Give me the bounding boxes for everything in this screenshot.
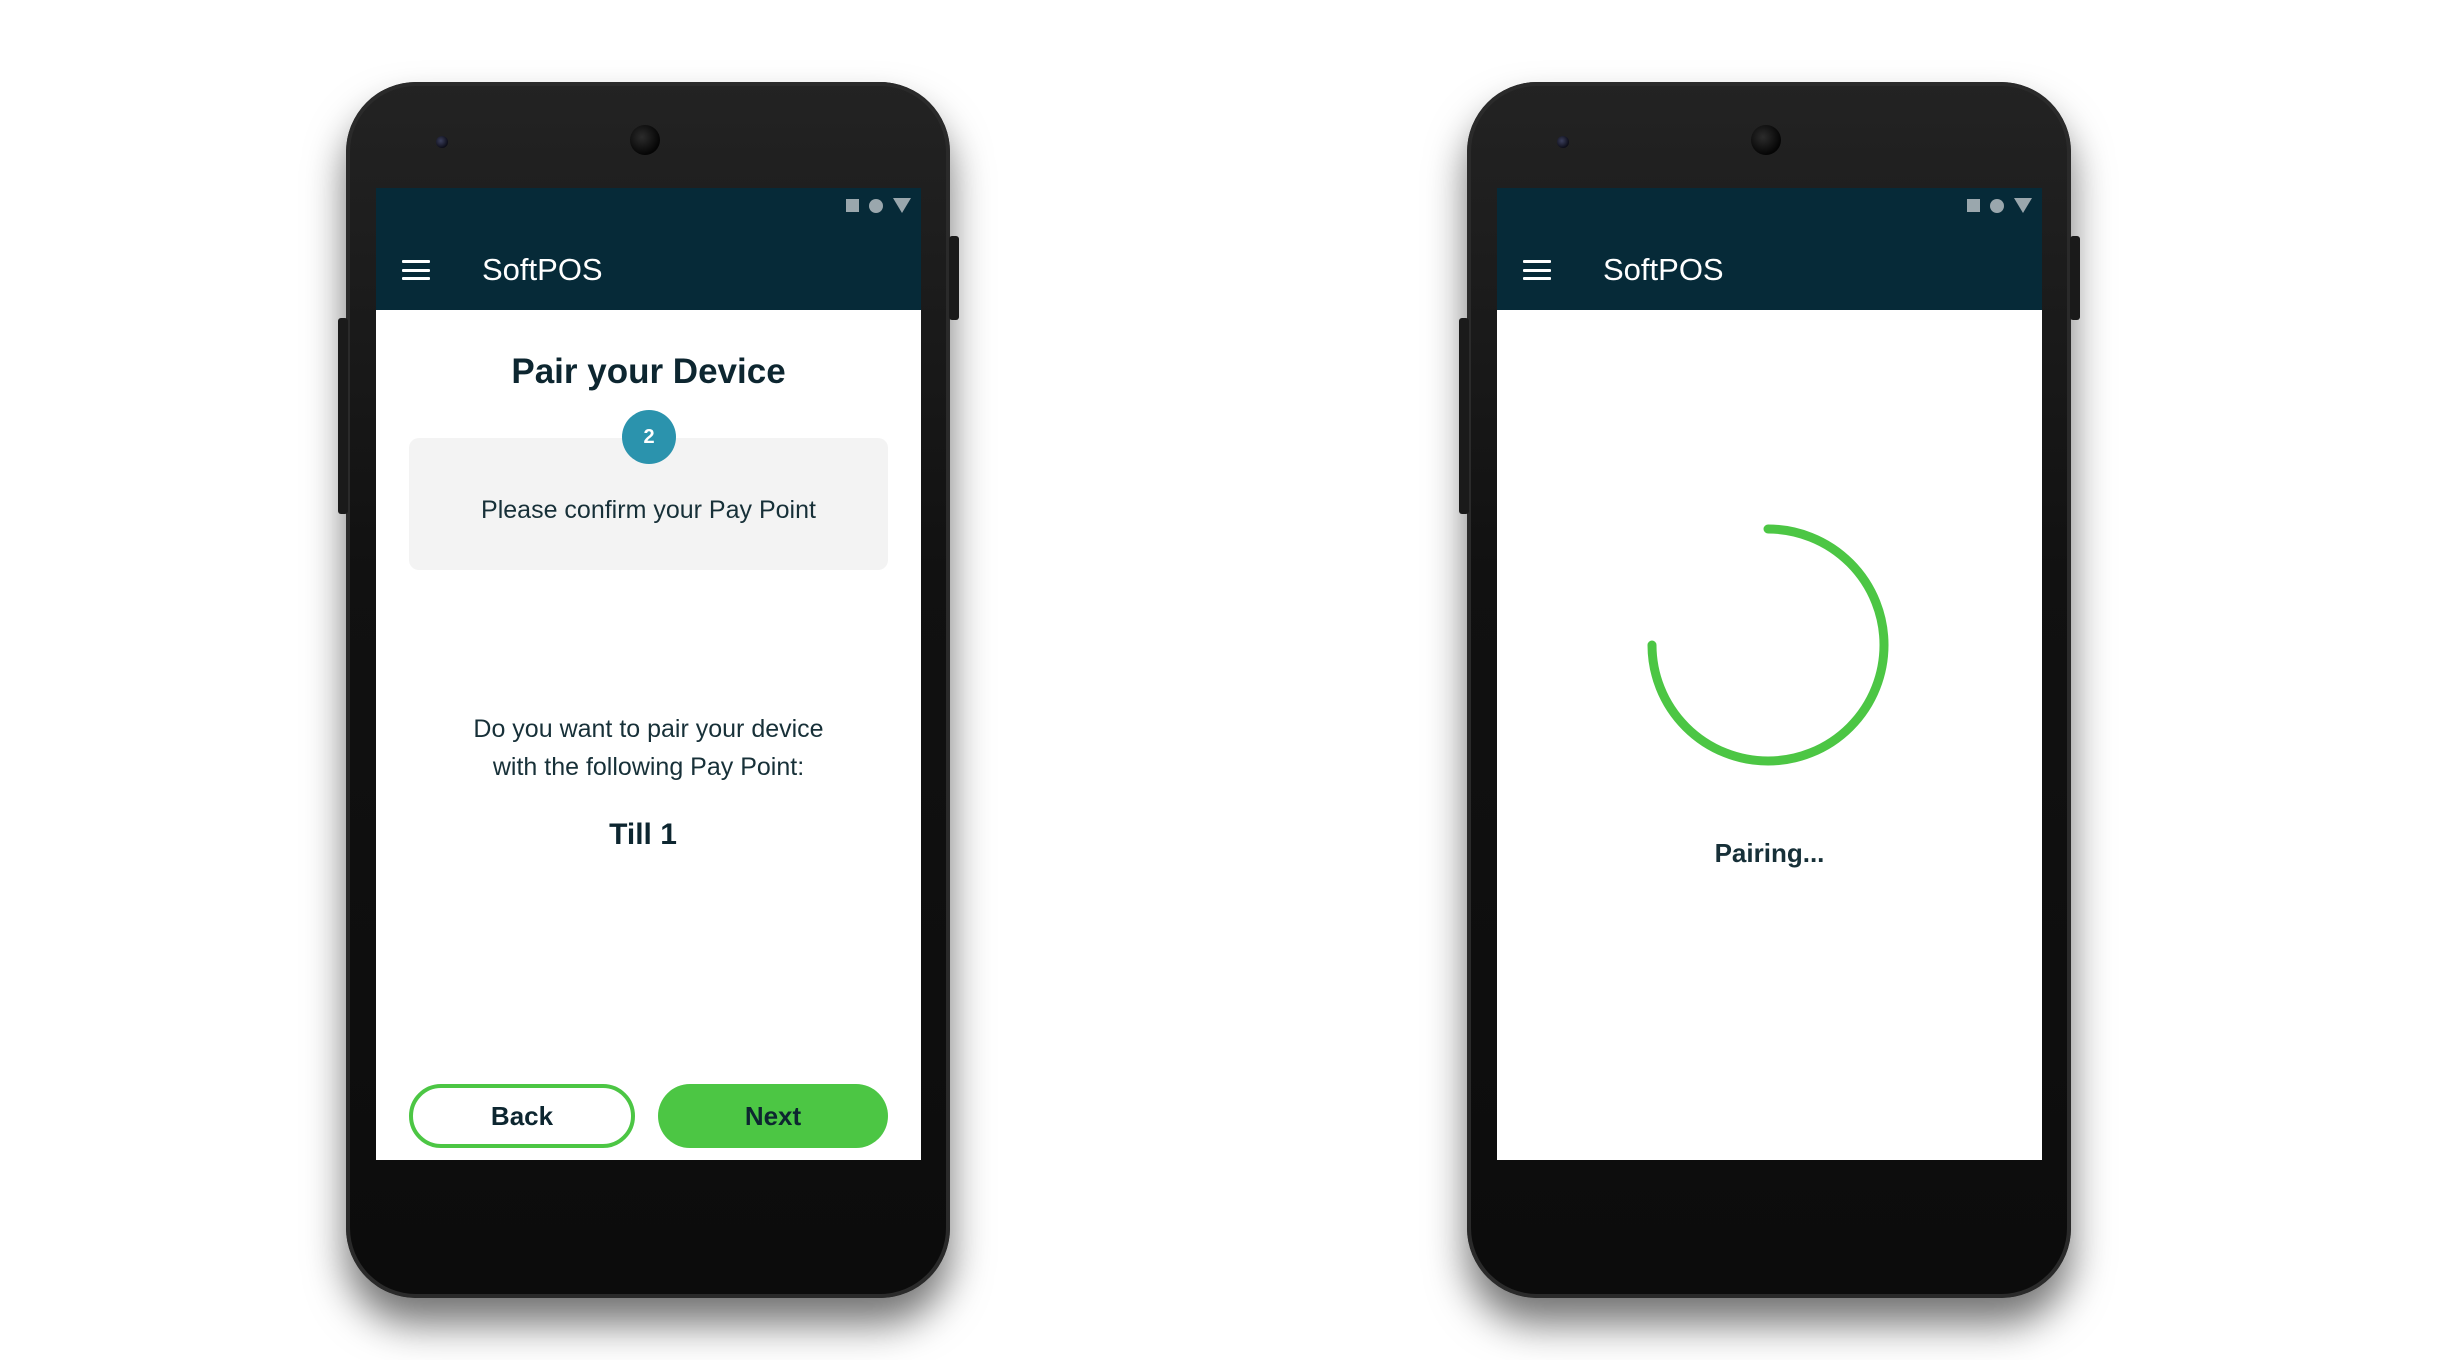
square-status-icon — [846, 199, 859, 212]
screen-pairing: SoftPOS Pairing... — [1497, 188, 2042, 1160]
loading-spinner-icon — [1647, 524, 1889, 766]
status-bar-icons — [1967, 198, 2032, 213]
next-button[interactable]: Next — [658, 1084, 888, 1148]
app-title: SoftPOS — [1603, 252, 1724, 287]
hamburger-menu-icon[interactable] — [1523, 260, 1551, 280]
pair-question-line1: Do you want to pair your device — [473, 715, 824, 743]
signal-triangle-icon — [893, 198, 911, 213]
power-button — [2070, 236, 2080, 320]
front-camera — [630, 125, 660, 155]
volume-button — [338, 318, 348, 514]
step-number-badge: 2 — [622, 410, 676, 464]
front-camera — [1751, 125, 1781, 155]
app-bar: SoftPOS — [1497, 188, 2042, 310]
page-title: Pair your Device — [511, 352, 786, 391]
app-title: SoftPOS — [482, 252, 603, 287]
power-button — [949, 236, 959, 320]
step-instruction: Please confirm your Pay Point — [481, 496, 816, 524]
app-bar: SoftPOS — [376, 188, 921, 310]
proximity-sensor — [1557, 136, 1569, 148]
pairing-status-text: Pairing... — [1714, 838, 1825, 868]
proximity-sensor — [436, 136, 448, 148]
circle-status-icon — [869, 198, 883, 213]
signal-triangle-icon — [2014, 198, 2032, 213]
pay-point-name: Till 1 — [609, 818, 677, 851]
screen-pair-device: SoftPOS Pair your Device Please confirm … — [376, 188, 921, 1160]
circle-status-icon — [1990, 198, 2004, 213]
pair-question: Do you want to pair your device with the… — [416, 710, 881, 786]
square-status-icon — [1967, 199, 1980, 212]
hamburger-menu-icon[interactable] — [402, 260, 430, 280]
phone-right: SoftPOS Pairing... — [1459, 82, 2080, 1298]
stage: SoftPOS Pair your Device Please confirm … — [0, 0, 2444, 1360]
back-button[interactable]: Back — [409, 1084, 635, 1148]
status-bar-icons — [846, 198, 911, 213]
pair-question-line2: with the following Pay Point: — [492, 753, 805, 781]
volume-button — [1459, 318, 1469, 514]
phone-left: SoftPOS Pair your Device Please confirm … — [338, 82, 959, 1298]
spinner-arc — [1647, 524, 1889, 766]
